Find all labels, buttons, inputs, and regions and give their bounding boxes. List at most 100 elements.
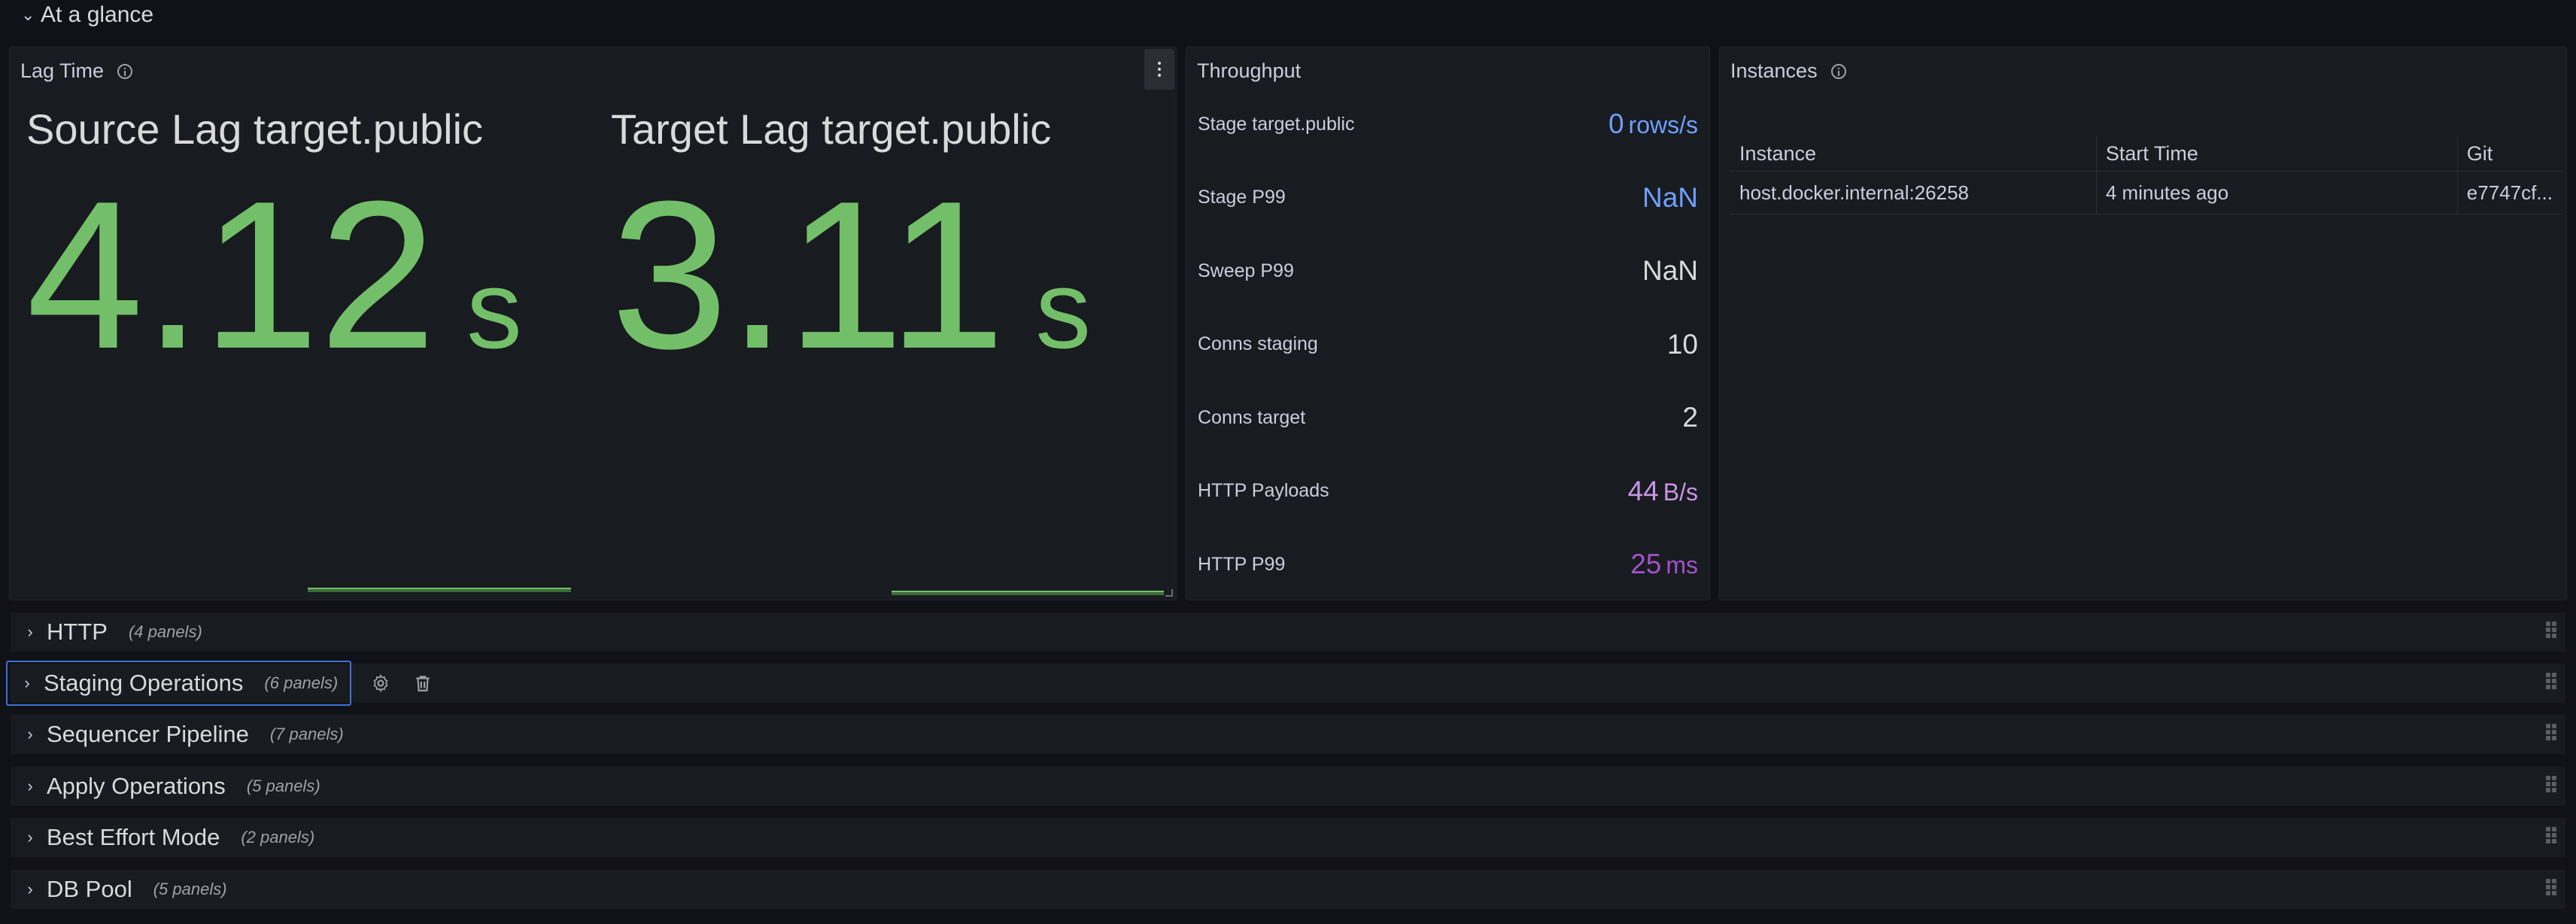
metric-unit: ms [1666,552,1698,579]
metric-number: 2 [1682,402,1698,433]
panel-header: Instances [1730,59,1846,83]
metric-label: HTTP Payloads [1198,480,1329,501]
stat-unit: s [1035,248,1092,372]
stat-unit: s [466,248,522,372]
panel-header: Lag Time [20,59,133,83]
stat-number: 3.11 [611,158,1006,393]
panel-header: Throughput [1197,59,1301,83]
row-title: HTTP [47,619,108,645]
panel-title: Throughput [1197,59,1302,82]
metric-number: NaN [1642,255,1698,286]
metric-number: 25 [1630,549,1662,579]
info-icon[interactable] [1830,63,1846,79]
drag-handle-icon[interactable] [2546,879,2556,901]
chevron-right-icon: › [27,622,33,641]
metric-value: NaN [1642,255,1698,287]
drag-handle-icon[interactable] [2546,827,2556,850]
row-title: Staging Operations [44,670,244,696]
drag-handle-icon[interactable] [2546,724,2556,746]
row-title: Sequencer Pipeline [47,721,249,747]
row-title: DB Pool [47,876,132,902]
row-at-a-glance[interactable]: ⌄ At a glance [21,0,153,30]
table-cell: 4 minutes ago [2095,171,2458,214]
metric-label: HTTP P99 [1198,553,1286,575]
row-header[interactable]: › Best Effort Mode (2 panels) [11,818,327,857]
drag-handle-icon[interactable] [2546,622,2556,644]
metric-number: NaN [1642,181,1698,213]
panel-count: (5 panels) [246,777,320,795]
instances-table: Instance Start Time Git host.docker.inte… [1730,136,2562,214]
row-header[interactable]: › Sequencer Pipeline (7 panels) [11,715,356,754]
row-title: Best Effort Mode [47,824,220,850]
stat-label: Source Lag target.public [26,105,484,153]
panel-title: Lag Time [20,59,105,82]
panel-count: (5 panels) [153,880,227,898]
panel-menu-button[interactable] [1144,49,1174,90]
chevron-right-icon: › [24,673,30,692]
row-header[interactable]: › HTTP (4 panels) [11,612,214,652]
row-http[interactable]: › HTTP (4 panels) [11,612,2565,652]
throughput-row: HTTP Payloads 44 B/s [1198,476,1698,506]
stat-value: 4.12 s [26,170,522,381]
metric-label: Conns target [1198,406,1306,428]
metric-value: 2 [1682,402,1698,433]
panel-count: (7 panels) [269,725,344,743]
row-header[interactable]: › Staging Operations (6 panels) [6,661,352,706]
instances-panel: Instances Instance Start Time Git host.d… [1719,47,2567,600]
throughput-row: Sweep P99 NaN [1198,255,1698,287]
stat-number: 4.12 [26,158,436,393]
metric-value: 0 rows/s [1608,108,1698,140]
row-title: Apply Operations [47,773,226,799]
row-header[interactable]: › DB Pool (5 panels) [11,870,239,909]
throughput-row: Stage P99 NaN [1198,181,1698,213]
metric-label: Stage P99 [1198,187,1286,208]
throughput-row: Conns staging 10 [1198,329,1698,360]
metric-number: 0 [1608,108,1624,139]
source-lag-stat: Source Lag target.public 4.12 s [26,105,522,381]
lag-time-panel: Lag Time Source Lag target.public 4.12 s … [9,47,1177,600]
metric-number: 44 [1627,475,1659,506]
chevron-right-icon: › [27,725,33,743]
drag-handle-icon[interactable] [2546,673,2556,695]
info-icon[interactable] [117,63,133,79]
stat-label: Target Lag target.public [611,105,1052,153]
metric-number: 10 [1666,328,1698,360]
target-lag-stat: Target Lag target.public 3.11 s [611,105,1091,381]
metric-label: Stage target.public [1198,113,1355,135]
throughput-row: HTTP P99 25 ms [1198,549,1698,579]
metric-label: Sweep P99 [1198,260,1294,281]
row-db-pool[interactable]: › DB Pool (5 panels) [11,870,2565,909]
row-best-effort-mode[interactable]: › Best Effort Mode (2 panels) [11,818,2565,857]
metric-label: Conns staging [1198,333,1318,354]
column-header[interactable]: Git [2456,136,2562,172]
column-header[interactable]: Instance [1730,136,2097,172]
panel-count: (2 panels) [241,828,315,846]
target-sparkline [892,591,1164,595]
panel-count: (6 panels) [264,673,339,692]
throughput-panel: Throughput Stage target.public 0 rows/s Sta… [1186,47,1710,600]
metric-value: 44 B/s [1628,476,1698,507]
resize-handle[interactable] [1165,589,1173,597]
source-sparkline [308,588,571,592]
panel-count: (4 panels) [128,622,202,641]
row-staging-operations[interactable]: › Staging Operations (6 panels) [6,661,2565,706]
metric-value: 10 [1667,329,1698,360]
gear-icon[interactable] [371,673,390,693]
row-header[interactable]: › Apply Operations (5 panels) [11,767,333,806]
row-actions [371,673,433,693]
drag-handle-icon[interactable] [2546,776,2556,798]
throughput-row: Conns target 2 [1198,402,1698,433]
metric-value: 25 ms [1630,549,1698,580]
row-sequencer-pipeline[interactable]: › Sequencer Pipeline (7 panels) [11,715,2565,754]
trash-icon[interactable] [413,673,433,693]
metric-unit: B/s [1663,478,1698,506]
row-apply-operations[interactable]: › Apply Operations (5 panels) [11,767,2565,806]
stat-value: 3.11 s [611,170,1091,381]
panel-title: Instances [1730,59,1818,82]
throughput-row: Stage target.public 0 rows/s [1198,108,1698,140]
chevron-right-icon: › [27,828,33,846]
table-cell: host.docker.internal:26258 [1730,171,2097,214]
chevron-right-icon: › [27,880,33,898]
column-header[interactable]: Start Time [2095,136,2458,172]
table-cell: e7747cf... [2456,171,2562,214]
